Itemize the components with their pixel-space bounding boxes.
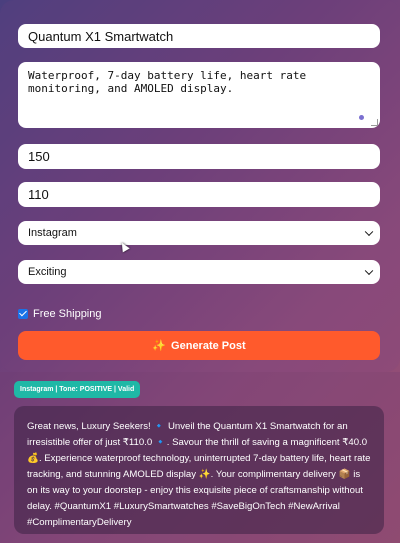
generate-post-button[interactable]: ✨ Generate Post [18,331,380,360]
sparkles-icon: ✨ [152,340,167,352]
sale-price-input[interactable]: 110 [18,182,380,207]
chevron-down-icon [364,227,374,237]
original-price-input[interactable]: 150 [18,144,380,169]
product-name-value: Quantum X1 Smartwatch [28,28,174,44]
free-shipping-toggle[interactable]: Free Shipping [18,308,102,320]
original-price-value: 150 [28,149,50,164]
tone-selected-value: Exciting [28,266,67,278]
generated-post-text: Great news, Luxury Seekers! 🔹 Unveil the… [27,421,371,528]
tone-select[interactable]: Exciting [18,260,380,284]
free-shipping-checkbox[interactable] [18,309,28,319]
description-value: Waterproof, 7-day battery life, heart ra… [28,69,307,95]
product-name-input[interactable]: Quantum X1 Smartwatch [18,24,380,48]
generate-post-label: Generate Post [171,339,246,352]
platform-selected-value: Instagram [28,227,77,239]
resize-handle-icon[interactable] [371,119,378,126]
platform-select[interactable]: Instagram [18,221,380,245]
sale-price-value: 110 [28,187,49,202]
generated-post-card: Great news, Luxury Seekers! 🔹 Unveil the… [14,406,384,534]
grammar-dot-icon [359,115,364,120]
chevron-down-icon [364,266,374,276]
free-shipping-label: Free Shipping [33,308,102,320]
description-textarea[interactable]: Waterproof, 7-day battery life, heart ra… [18,62,380,128]
status-badge: Instagram | Tone: POSITIVE | Valid [14,381,141,398]
